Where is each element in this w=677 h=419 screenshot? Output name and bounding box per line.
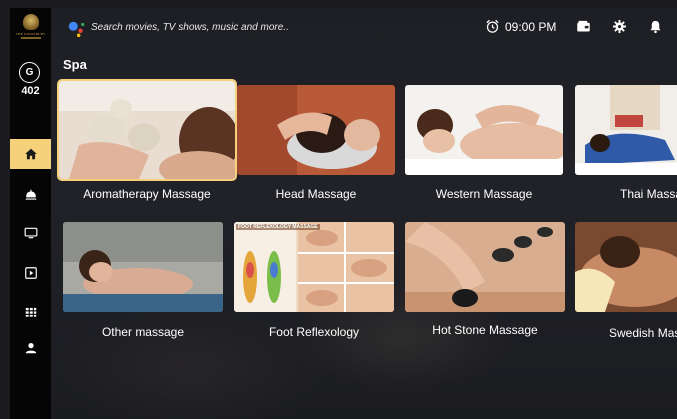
card-label: Other massage — [101, 325, 185, 339]
card-thumbnail — [57, 79, 237, 181]
card-hot-stone-massage[interactable]: Hot Stone Massage — [405, 222, 565, 346]
gear-icon[interactable] — [612, 19, 627, 34]
sidebar-item-room-service[interactable] — [10, 180, 51, 210]
card-thumbnail: FOOT REFLEXOLOGY MASSAGE — [234, 222, 394, 312]
room-service-icon — [25, 189, 36, 200]
card-thumbnail — [405, 222, 565, 312]
card-label: Head Massage — [275, 187, 357, 201]
app-screen: THE KINGSBURY G 402 Search movies, TV sh… — [0, 0, 677, 419]
tv-icon — [24, 227, 37, 239]
card-label: Thai Massa — [620, 187, 677, 201]
main-content: Search movies, TV shows, music and more.… — [51, 8, 677, 419]
clock-time: 09:00 PM — [505, 20, 557, 34]
wallet-icon[interactable] — [576, 19, 591, 34]
card-label: Western Massage — [435, 187, 533, 201]
card-thumbnail — [63, 222, 223, 312]
card-label: Swedish Mas — [609, 326, 677, 340]
card-western-massage[interactable]: Western Massage — [405, 85, 563, 211]
card-head-massage[interactable]: Head Massage — [237, 85, 395, 211]
search-input[interactable]: Search movies, TV shows, music and more.… — [91, 22, 289, 33]
hotel-logo-text: THE KINGSBURY — [15, 32, 46, 36]
sidebar-item-profile[interactable] — [10, 333, 51, 363]
sidebar: THE KINGSBURY G 402 — [10, 8, 51, 419]
card-thumbnail — [237, 85, 395, 175]
play-box-icon — [24, 267, 37, 279]
card-label: Hot Stone Massage — [432, 323, 538, 337]
card-swedish-massage[interactable]: Swedish Mas — [575, 222, 677, 346]
card-thumbnail — [575, 85, 677, 175]
crest-icon — [22, 14, 39, 30]
google-assistant-icon[interactable] — [67, 20, 85, 38]
alarm-clock-icon — [486, 19, 499, 33]
room-number: 402 — [21, 85, 40, 97]
card-thumbnail — [405, 85, 563, 175]
card-label: Aromatherapy Massage — [83, 187, 211, 201]
card-other-massage[interactable]: Other massage — [63, 222, 223, 346]
hotel-logo: THE KINGSBURY — [14, 14, 47, 48]
guest-avatar[interactable]: G — [19, 62, 40, 83]
sidebar-item-tv[interactable] — [10, 218, 51, 248]
sidebar-item-apps[interactable] — [10, 297, 51, 327]
thumbnail-overlay-text: FOOT REFLEXOLOGY MASSAGE — [236, 224, 320, 230]
bell-icon[interactable] — [648, 19, 663, 34]
apps-grid-icon — [25, 307, 36, 317]
card-thumbnail — [575, 222, 677, 312]
home-icon — [24, 148, 37, 160]
sidebar-item-home[interactable] — [10, 139, 51, 169]
card-label: Foot Reflexology — [268, 325, 360, 339]
sidebar-item-movies[interactable] — [10, 258, 51, 288]
section-title: Spa — [63, 57, 87, 72]
card-thai-massage[interactable]: Thai Massa — [575, 85, 677, 211]
card-aromatherapy-massage[interactable]: Aromatherapy Massage — [57, 79, 237, 211]
card-foot-reflexology[interactable]: FOOT REFLEXOLOGY MASSAGE Foot Reflexolog… — [234, 222, 394, 346]
person-icon — [25, 343, 36, 354]
